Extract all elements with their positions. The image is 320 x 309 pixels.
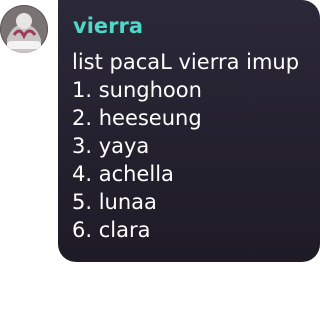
sender-name[interactable]: vierra [73,14,308,38]
list-item: 5. lunaa [72,190,157,214]
message-title-line: list pacaL vierra imup [72,50,300,74]
message-bubble: vierra list pacaL vierra imup 1. sunghoo… [58,0,320,262]
user-avatar-icon [0,5,48,53]
list-item: 1. sunghoon [72,78,202,102]
list-item: 3. yaya [72,134,150,158]
list-item: 2. heeseung [72,106,202,130]
avatar[interactable] [0,5,48,53]
list-item: 4. achella [72,162,174,186]
list-item: 6. clara [72,218,151,242]
